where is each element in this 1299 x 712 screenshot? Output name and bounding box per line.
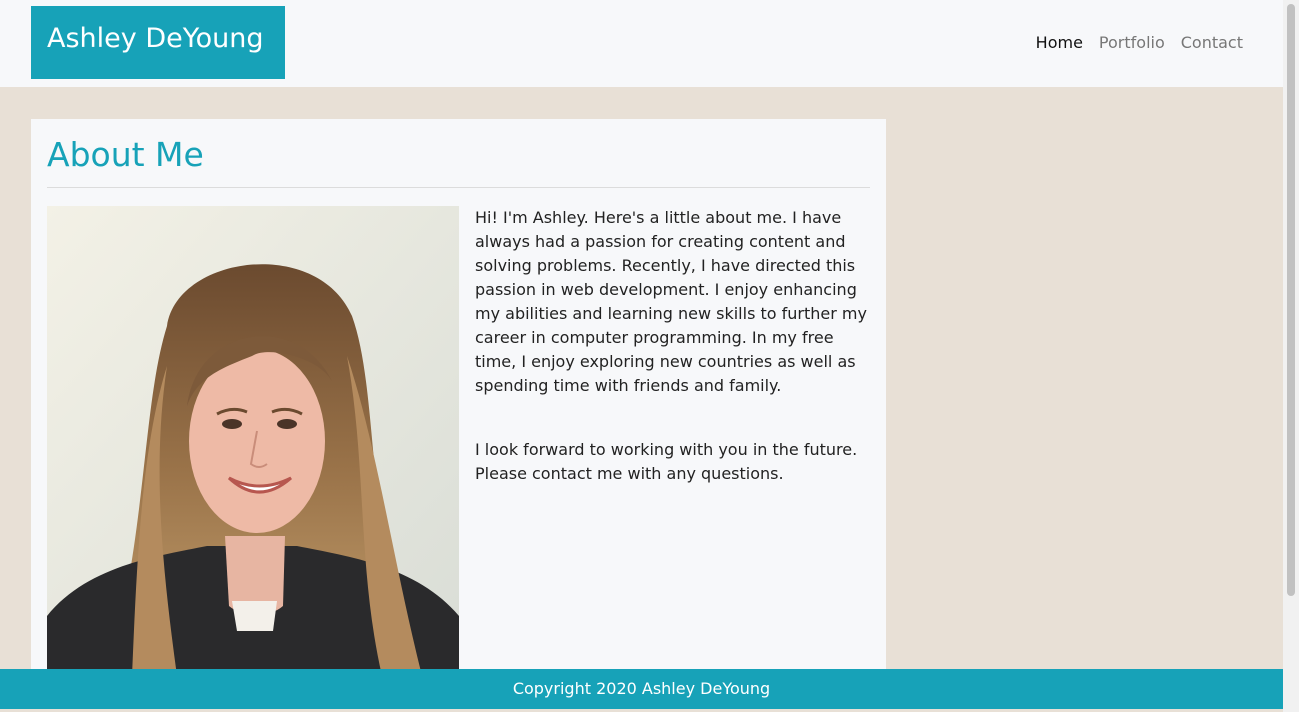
about-title: About Me: [47, 135, 204, 174]
scrollbar-thumb[interactable]: [1287, 4, 1295, 596]
vertical-scrollbar[interactable]: [1283, 0, 1299, 712]
title-divider: [47, 187, 870, 188]
about-paragraph-2: I look forward to working with you in th…: [475, 440, 858, 483]
footer: Copyright 2020 Ashley DeYoung: [0, 669, 1283, 709]
nav-menu: Home Portfolio Contact: [1036, 33, 1243, 52]
nav-link-portfolio[interactable]: Portfolio: [1099, 33, 1165, 52]
brand-link[interactable]: Ashley DeYoung: [31, 6, 285, 79]
about-text: Hi! I'm Ashley. Here's a little about me…: [475, 206, 873, 526]
about-paragraph-1: Hi! I'm Ashley. Here's a little about me…: [475, 208, 867, 395]
copyright-text: Copyright 2020 Ashley DeYoung: [512, 679, 771, 698]
nav-link-home[interactable]: Home: [1036, 33, 1083, 52]
about-card: About Me Hi! I'm Ashley. Here's a little…: [31, 119, 886, 679]
profile-photo: [47, 206, 459, 676]
nav-link-contact[interactable]: Contact: [1181, 33, 1243, 52]
navbar: Ashley DeYoung Home Portfolio Contact: [0, 0, 1283, 87]
